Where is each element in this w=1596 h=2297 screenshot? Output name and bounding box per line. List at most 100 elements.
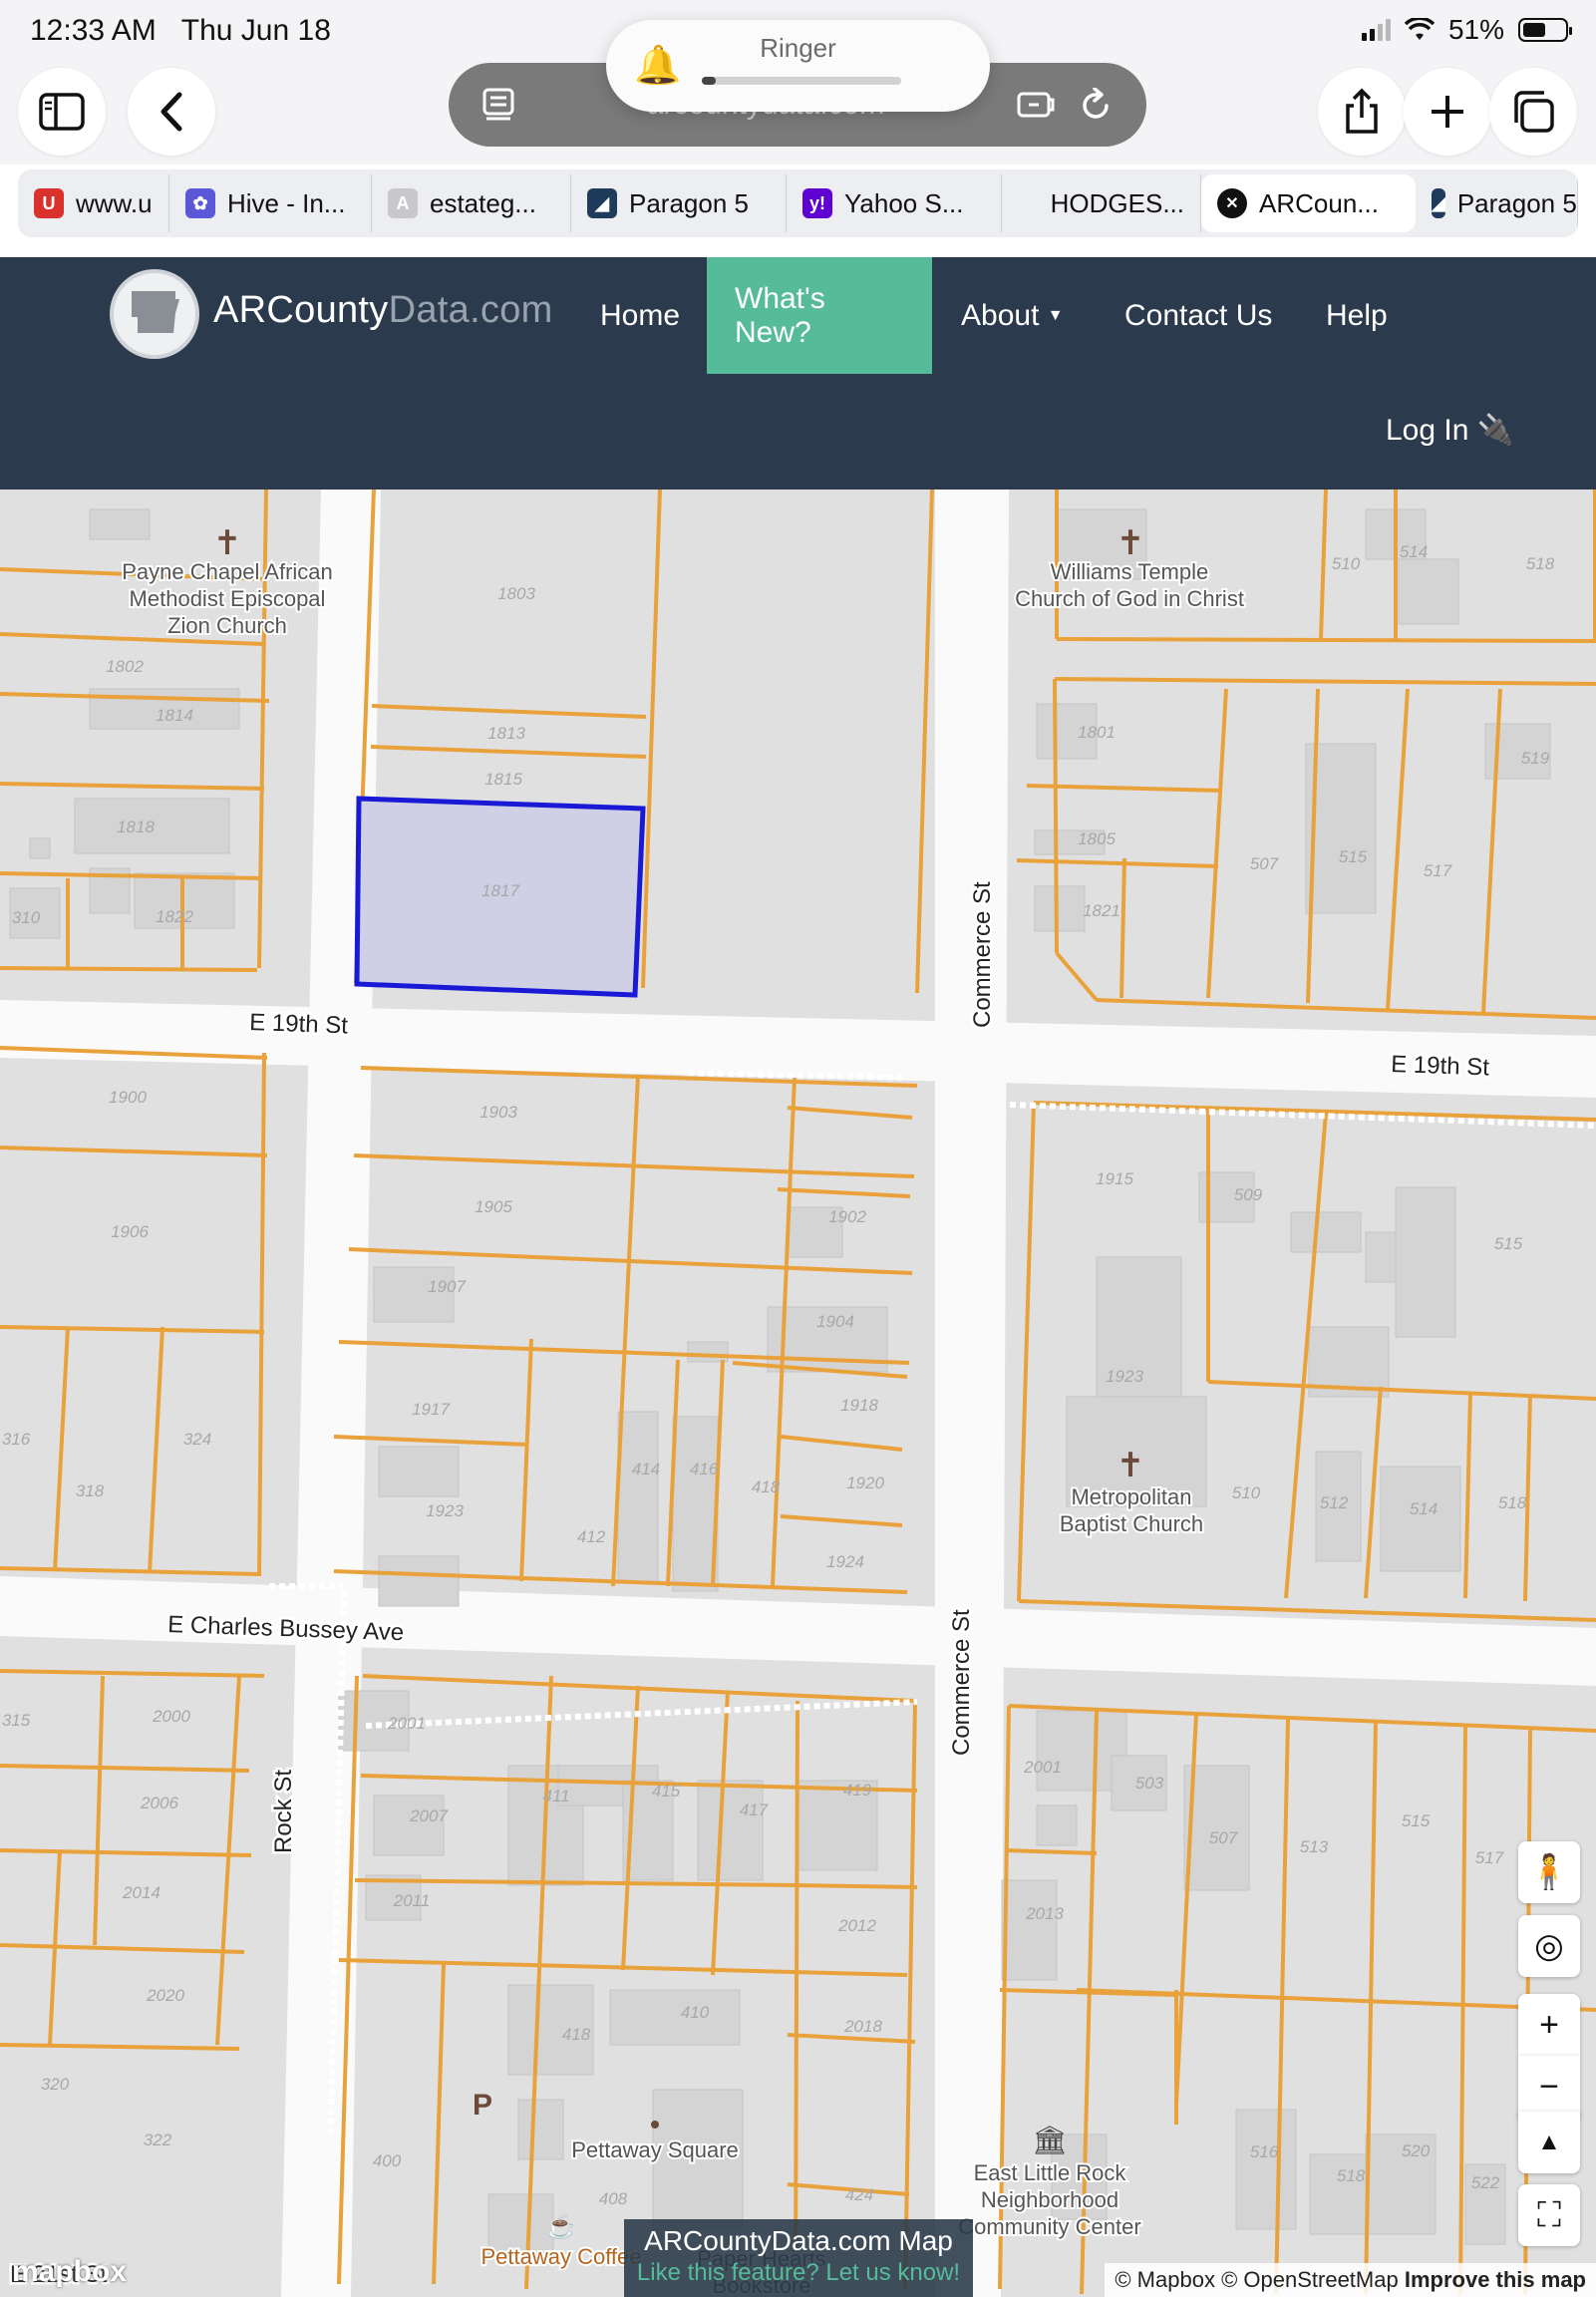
fullscreen-button[interactable]: ⛶ xyxy=(1518,2184,1580,2246)
parcel-label: 1814 xyxy=(156,706,193,725)
parcel-label: 414 xyxy=(632,1460,660,1478)
street-label: Commerce St xyxy=(948,1609,975,1756)
parcel-boundary xyxy=(1458,1725,1467,2295)
parcel-label: 520 xyxy=(1402,2141,1431,2160)
parcel-boundary xyxy=(777,1187,911,1198)
tab-strip: Uwww.u ✿ Hive - In... Aestateg... ◢ Paragon 5… xyxy=(18,169,1578,237)
parcel-boundary xyxy=(0,1325,265,1334)
parcel-label: 418 xyxy=(562,2025,591,2044)
building xyxy=(1395,1186,1456,1338)
battery-icon xyxy=(1518,18,1572,42)
osm-attribution[interactable]: © OpenStreetMap xyxy=(1221,2267,1399,2292)
parcel-label: 517 xyxy=(1475,1848,1504,1867)
wifi-icon xyxy=(1404,18,1435,40)
tab-overview-button[interactable] xyxy=(1489,68,1577,156)
site-brand[interactable]: ARCountyData.com xyxy=(213,289,553,332)
reload-icon[interactable] xyxy=(1081,88,1113,122)
new-tab-button[interactable] xyxy=(1404,68,1491,156)
parcel-label: 512 xyxy=(1320,1493,1349,1512)
parcel-boundary xyxy=(1364,1386,1383,1599)
share-button[interactable] xyxy=(1318,68,1406,156)
parcel-label: 424 xyxy=(845,2185,873,2204)
parcel-label: 1803 xyxy=(497,584,535,603)
browser-tab[interactable]: Uwww.u xyxy=(18,174,169,232)
tab-label: ARCoun... xyxy=(1259,187,1379,218)
ringer-hud: 🔔 Ringer xyxy=(606,20,990,112)
building xyxy=(1380,1466,1461,1572)
place-dot-icon xyxy=(651,2121,659,2129)
nav-contact[interactable]: Contact Us xyxy=(1097,257,1300,374)
browser-tab[interactable]: Aestateg... xyxy=(372,174,571,232)
login-link[interactable]: Log In 🔌 xyxy=(1386,413,1514,448)
map-attribution: © Mapbox © OpenStreetMap Improve this ma… xyxy=(1105,2263,1596,2297)
parcel-label: 503 xyxy=(1135,1774,1164,1793)
parcel-label: 513 xyxy=(1300,1837,1329,1856)
parcel-boundary xyxy=(0,1848,252,1857)
parcel-label: 315 xyxy=(2,1711,31,1730)
parcel-label: 1815 xyxy=(484,770,522,789)
parcel-label: 1813 xyxy=(487,724,525,743)
extension-icon[interactable] xyxy=(1017,90,1055,120)
mapbox-attribution[interactable]: © Mapbox xyxy=(1115,2267,1215,2292)
parcel-map[interactable]: 1803 1813 1815 1817 1802 1814 1818 1822 310 1801 1… xyxy=(0,490,1596,2297)
parcel-label: 522 xyxy=(1471,2173,1500,2192)
parcel-boundary xyxy=(780,1514,903,1527)
parcel-boundary xyxy=(1054,677,1596,686)
building xyxy=(378,1446,460,1497)
parcel-label: 515 xyxy=(1494,1234,1523,1253)
parcel-label: 1923 xyxy=(426,1501,464,1520)
parcel-label: 1902 xyxy=(828,1207,866,1226)
parcel-boundary xyxy=(1017,1102,1036,1602)
nav-whats-new[interactable]: What's New? xyxy=(707,257,932,374)
parcel-boundary xyxy=(780,1435,903,1452)
nav-help[interactable]: Help xyxy=(1298,257,1416,374)
street-label: E 19th St xyxy=(1391,1051,1490,1081)
parcel-label: 1924 xyxy=(826,1552,864,1571)
nav-home[interactable]: Home xyxy=(572,257,708,374)
zoom-in-button[interactable]: + xyxy=(1518,1994,1580,2056)
locate-button[interactable]: ◎ xyxy=(1518,1915,1580,1977)
sidebar-icon xyxy=(39,93,85,131)
tab-label: Yahoo S... xyxy=(844,187,964,218)
parcel-boundary xyxy=(1319,490,1328,640)
parcel-label: 316 xyxy=(2,1430,31,1449)
zoom-out-button[interactable]: − xyxy=(1518,2056,1580,2118)
parcel-label: 2006 xyxy=(140,1794,178,1812)
mapbox-logo[interactable]: mapbox xyxy=(12,2255,127,2289)
sidebar-toggle-button[interactable] xyxy=(18,68,106,156)
improve-map-link[interactable]: Improve this map xyxy=(1405,2267,1586,2292)
browser-tab[interactable]: ✿ Hive - In... xyxy=(169,174,372,232)
browser-tab[interactable]: ◢ Paragon 5 xyxy=(571,174,787,232)
close-tab-icon[interactable]: ✕ xyxy=(1217,188,1247,218)
parcel-boundary xyxy=(787,2033,916,2044)
browser-tab[interactable]: HODGES... xyxy=(1002,174,1201,232)
map-canvas[interactable]: 1803 1813 1815 1817 1802 1814 1818 1822 310 1801 1… xyxy=(0,490,1596,2297)
street-view-button[interactable]: 🧍 xyxy=(1518,1841,1580,1903)
browser-tab[interactable]: ◢ Paragon 5 xyxy=(1416,174,1578,232)
compass-button[interactable]: ▲ xyxy=(1518,2112,1580,2173)
parcel-label: 519 xyxy=(1521,749,1550,768)
building xyxy=(1036,1805,1078,1846)
arkansas-logo-icon[interactable] xyxy=(110,269,199,359)
parcel-label: 324 xyxy=(183,1430,211,1449)
building xyxy=(378,1555,460,1607)
favicon-icon xyxy=(1018,188,1039,218)
compass-icon: ▲ xyxy=(1537,2129,1561,2155)
building xyxy=(1290,1211,1362,1253)
back-button[interactable] xyxy=(128,68,215,156)
parcel-boundary xyxy=(215,1675,241,2046)
nav-about[interactable]: About ▼ xyxy=(933,257,1092,374)
church-icon: ✝ xyxy=(1117,524,1145,562)
parcel-boundary xyxy=(0,1764,250,1773)
ringer-volume-slider[interactable] xyxy=(702,77,901,85)
church-icon: ✝ xyxy=(1117,1447,1145,1484)
status-time: 12:33 AM Thu Jun 18 xyxy=(30,14,331,47)
minus-icon: − xyxy=(1539,2067,1559,2106)
parcel-boundary xyxy=(1053,678,1059,954)
parcel-label: 418 xyxy=(752,1477,781,1496)
feedback-link[interactable]: Like this feature? Let us know! xyxy=(624,2259,973,2287)
browser-tab[interactable]: ✕ ARCoun... xyxy=(1201,174,1416,232)
browser-tab[interactable]: y! Yahoo S... xyxy=(787,174,1002,232)
crosshair-icon: ◎ xyxy=(1534,1927,1564,1965)
parcel-boundary xyxy=(1096,998,1596,1020)
